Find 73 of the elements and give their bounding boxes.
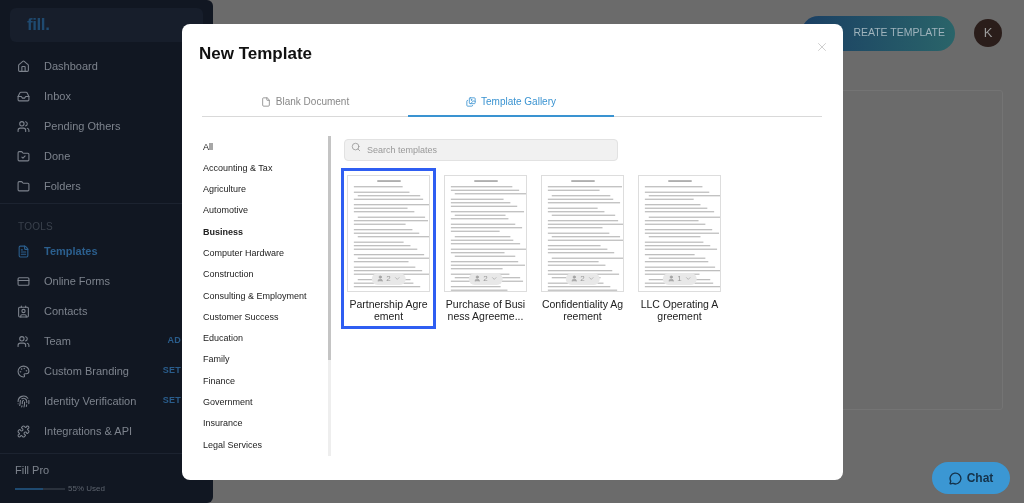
modal-title: New Template	[199, 43, 313, 65]
sidebar-item[interactable]: Contacts	[0, 296, 182, 326]
plan-name: Fill Pro	[15, 463, 51, 479]
users-icon	[17, 119, 30, 133]
category-item[interactable]: Business	[203, 225, 329, 247]
category-item[interactable]: Consulting & Employment	[203, 289, 329, 311]
category-item[interactable]: Construction	[203, 268, 329, 290]
category-item[interactable]: Family	[203, 353, 329, 375]
contact-card-icon	[17, 304, 30, 318]
inbox-icon	[17, 89, 30, 103]
template-title: Partnership Agreement	[348, 297, 429, 322]
tab[interactable]: Blank Document	[202, 88, 408, 117]
sidebar-item[interactable]: Identity Verification	[0, 386, 163, 416]
category-item[interactable]: Finance	[203, 374, 329, 397]
document-icon	[260, 96, 271, 107]
signer-count-badge: 1	[662, 272, 697, 285]
sidebar-item[interactable]: Dashboard	[0, 51, 182, 81]
sidebar-item[interactable]: Online Forms	[0, 266, 182, 296]
person-icon	[667, 275, 675, 282]
folder-icon	[17, 179, 30, 193]
category-item[interactable]: Government	[203, 396, 329, 418]
scrollbar-thumb[interactable]	[328, 135, 331, 360]
category-item[interactable]: All	[203, 140, 329, 162]
category-item[interactable]: Customer Success	[203, 310, 329, 333]
category-item[interactable]: Education	[203, 332, 329, 354]
palette-icon	[17, 364, 30, 378]
template-title: Confidentiality Agreement	[541, 297, 624, 322]
category-item[interactable]: Legal Services	[203, 438, 329, 460]
category-item[interactable]: Insurance	[203, 417, 329, 439]
category-item[interactable]: Accounting & Tax	[203, 161, 329, 184]
tab[interactable]: Template Gallery	[408, 88, 614, 117]
signer-count-badge: 2	[468, 272, 503, 285]
chevron-down-icon	[490, 275, 498, 282]
sidebar-item[interactable]: Integrations & API	[0, 416, 182, 446]
person-icon	[570, 275, 578, 282]
chevron-down-icon	[393, 275, 401, 282]
template-card[interactable]: 1 LLC Operating Agreement	[632, 167, 727, 329]
template-card[interactable]: 2 Confidentiality Agreement	[535, 167, 630, 329]
template-title: Purchase of Business Agreeme...	[444, 297, 527, 322]
category-item[interactable]: Computer Hardware	[203, 247, 329, 269]
sidebar-item[interactable]: Custom Branding	[0, 356, 163, 386]
template-card[interactable]: 2 Partnership Agreement	[341, 167, 436, 329]
category-item[interactable]: Agriculture	[203, 183, 329, 205]
signer-count-badge: 2	[371, 272, 406, 285]
chevron-down-icon	[684, 275, 692, 282]
users-icon	[17, 334, 30, 348]
person-icon	[376, 275, 384, 282]
search-field[interactable]: Search templates	[344, 138, 618, 161]
signer-count-badge: 2	[565, 272, 600, 285]
category-item[interactable]: Automotive	[203, 204, 329, 226]
sidebar-item[interactable]: Folders	[0, 171, 182, 201]
template-title: LLC Operating Agreement	[639, 297, 720, 322]
sidebar-item[interactable]: Done	[0, 141, 182, 171]
puzzle-icon	[17, 424, 30, 438]
sidebar-item[interactable]: Inbox	[0, 81, 182, 111]
chevron-down-icon	[587, 275, 595, 282]
search-icon	[351, 141, 361, 152]
document-icon	[17, 244, 30, 258]
speech-bubble-icon	[948, 471, 962, 485]
fingerprint-icon	[17, 394, 30, 408]
scrollbar[interactable]	[328, 135, 331, 456]
chat-button[interactable]: Chat	[932, 462, 1010, 494]
form-icon	[17, 274, 30, 288]
sidebar-item[interactable]: Pending Others	[0, 111, 182, 141]
person-icon	[473, 275, 481, 282]
usage-text: 55% Used	[68, 482, 105, 495]
folder-check-icon	[17, 149, 30, 163]
template-card[interactable]: 2 Purchase of Business Agreeme...	[438, 167, 533, 329]
sidebar-item[interactable]: Team	[0, 326, 168, 356]
user-avatar[interactable]: K	[974, 19, 1002, 47]
close-icon[interactable]	[815, 40, 829, 54]
home-icon	[17, 59, 30, 73]
gallery-icon	[466, 96, 476, 107]
